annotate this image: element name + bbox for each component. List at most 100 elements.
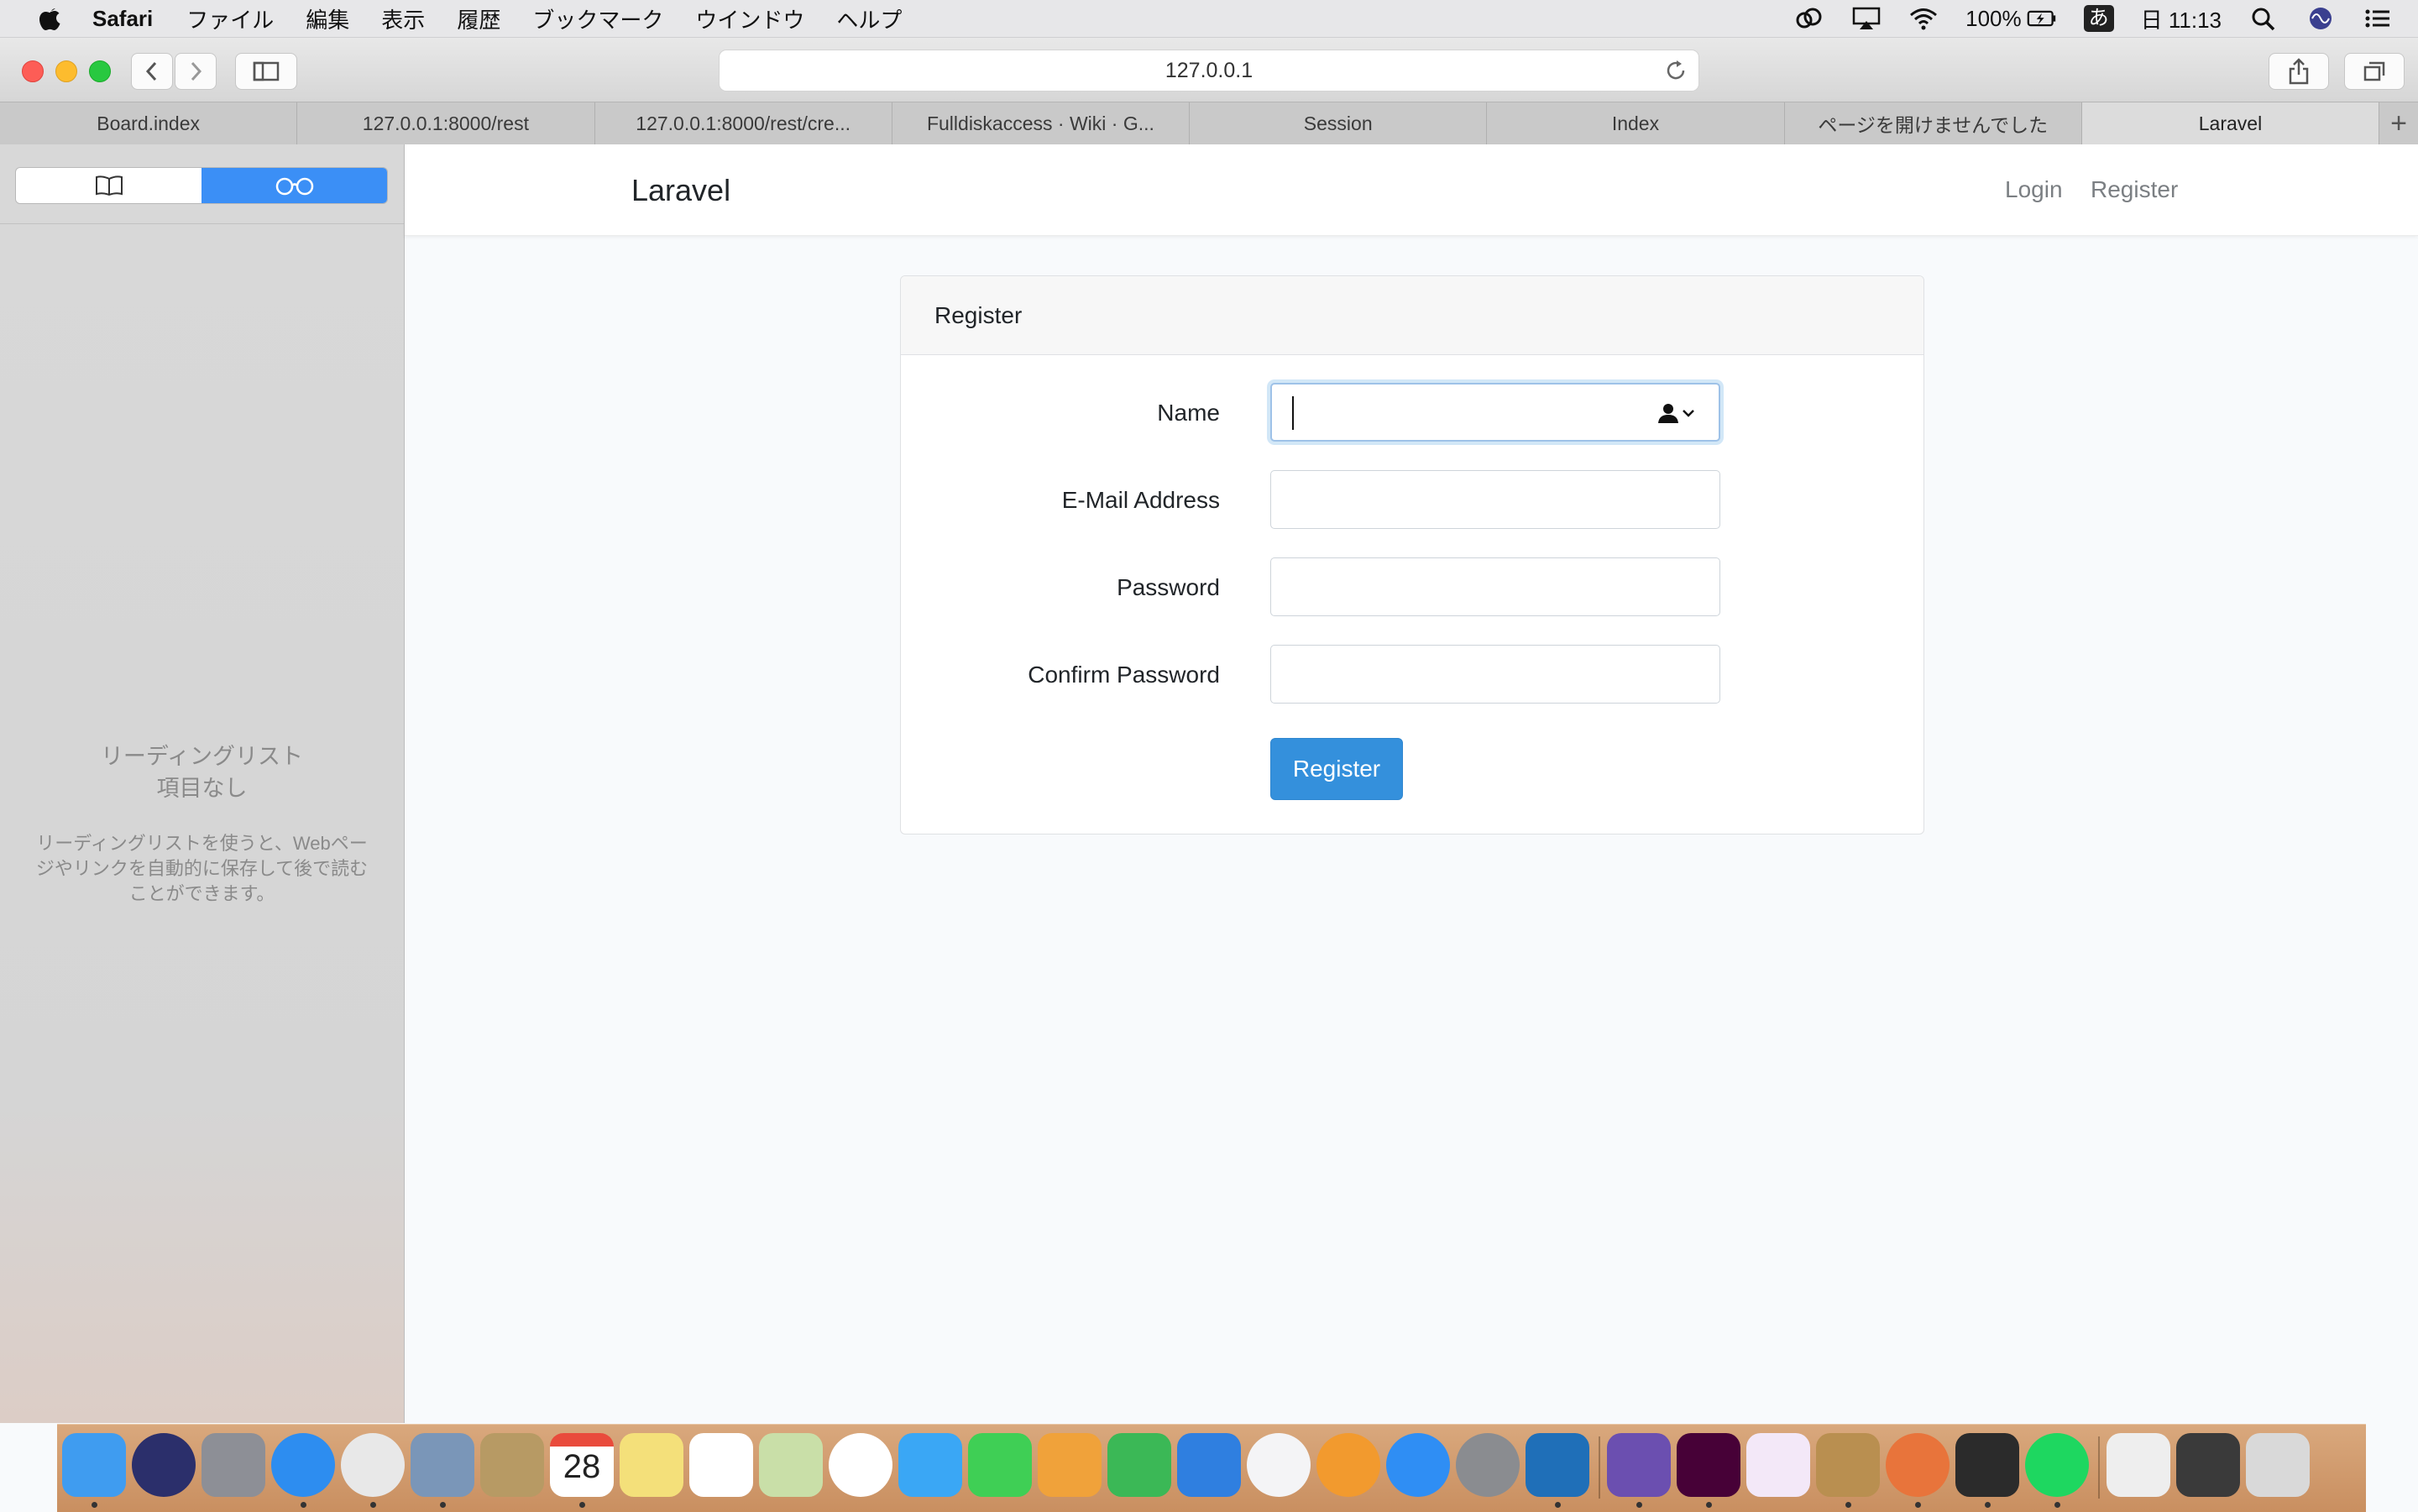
keyboard-app-icon[interactable] xyxy=(1886,1433,1950,1497)
photos-icon[interactable] xyxy=(829,1433,892,1497)
numbers-icon[interactable] xyxy=(1107,1433,1171,1497)
register-submit-button[interactable]: Register xyxy=(1270,738,1403,800)
messages-icon[interactable] xyxy=(898,1433,962,1497)
glasses-icon xyxy=(275,177,313,196)
address-bar[interactable]: 127.0.0.1 xyxy=(719,50,1699,92)
reading-list-title: リーディングリスト xyxy=(100,744,304,769)
nav-login-link[interactable]: Login xyxy=(2005,176,2063,203)
siri-icon[interactable] xyxy=(132,1433,196,1497)
siri-menu-icon[interactable] xyxy=(2305,6,2336,31)
autofill-contact-icon[interactable] xyxy=(1656,403,1695,425)
calendar-day: 28 xyxy=(563,1448,601,1485)
notes-icon[interactable] xyxy=(620,1433,683,1497)
spotlight-search-icon[interactable] xyxy=(2248,6,2279,31)
creative-cloud-icon[interactable] xyxy=(1794,6,1824,31)
password-input[interactable] xyxy=(1270,557,1720,616)
battery-percent: 100% xyxy=(1965,5,2022,31)
browser-toolbar: 127.0.0.1 xyxy=(0,38,2418,102)
book-icon xyxy=(95,175,123,196)
keynote-icon[interactable] xyxy=(1177,1433,1241,1497)
chrome-icon[interactable] xyxy=(341,1433,405,1497)
menu-history[interactable]: 履歴 xyxy=(457,3,500,34)
tab-session[interactable]: Session xyxy=(1190,102,1488,144)
pages-icon[interactable] xyxy=(1038,1433,1102,1497)
close-window-button[interactable] xyxy=(22,60,44,82)
instruments-icon[interactable] xyxy=(1816,1433,1880,1497)
tab-rest-create[interactable]: 127.0.0.1:8000/rest/cre... xyxy=(595,102,892,144)
calendar-icon[interactable]: 28 xyxy=(550,1433,614,1497)
archive-icon[interactable] xyxy=(2107,1433,2170,1497)
books-icon[interactable] xyxy=(1316,1433,1380,1497)
input-method-indicator[interactable]: あ xyxy=(2083,5,2114,32)
facetime-icon[interactable] xyxy=(968,1433,1032,1497)
running-indicator xyxy=(370,1502,376,1508)
tab-laravel[interactable]: Laravel xyxy=(2081,102,2380,144)
menu-view[interactable]: 表示 xyxy=(381,3,425,34)
reading-list-sidebar: リーディングリスト 項目なし リーディングリストを使うと、Webページやリンクを… xyxy=(0,144,405,1423)
preview-icon[interactable] xyxy=(411,1433,474,1497)
device-icon[interactable] xyxy=(2176,1433,2240,1497)
menu-edit[interactable]: 編集 xyxy=(306,3,349,34)
airplay-icon[interactable] xyxy=(1851,6,1882,31)
contacts-icon[interactable] xyxy=(480,1433,544,1497)
system-preferences-icon[interactable] xyxy=(1456,1433,1520,1497)
menu-bookmarks[interactable]: ブックマーク xyxy=(532,3,663,34)
vscode-icon[interactable] xyxy=(1526,1433,1589,1497)
notification-center-icon[interactable] xyxy=(2363,6,2393,31)
menu-bar: Safari ファイル 編集 表示 履歴 ブックマーク ウインドウ ヘルプ 10… xyxy=(0,0,2418,38)
menu-clock[interactable]: 日 11:13 xyxy=(2141,3,2222,34)
reading-list-segment[interactable] xyxy=(202,168,387,203)
reading-list-empty-title: リーディングリスト 項目なし xyxy=(0,740,404,804)
menu-help[interactable]: ヘルプ xyxy=(836,3,902,34)
battery-icon[interactable] xyxy=(2027,6,2057,31)
tab-board-index[interactable]: Board.index xyxy=(0,102,298,144)
tab-page-error[interactable]: ページを開けませんでした xyxy=(1785,102,2082,144)
finder-icon[interactable] xyxy=(62,1433,126,1497)
music-icon[interactable] xyxy=(1247,1433,1311,1497)
wifi-icon[interactable] xyxy=(1908,6,1939,31)
dock-separator xyxy=(1599,1436,1600,1499)
chevron-left-icon xyxy=(145,61,157,81)
name-input[interactable] xyxy=(1270,383,1720,442)
reminders-icon[interactable] xyxy=(689,1433,753,1497)
menu-window[interactable]: ウインドウ xyxy=(695,3,804,34)
menu-file[interactable]: ファイル xyxy=(186,3,274,34)
maps-icon[interactable] xyxy=(759,1433,823,1497)
reading-list-empty-label: 項目なし xyxy=(156,776,248,801)
sidebar-divider xyxy=(0,223,404,224)
forward-button[interactable] xyxy=(175,53,217,90)
share-button[interactable] xyxy=(2269,53,2329,90)
adobe-xd-icon[interactable] xyxy=(1677,1433,1740,1497)
terminal-icon[interactable] xyxy=(1955,1433,2019,1497)
running-indicator xyxy=(579,1502,585,1508)
back-button[interactable] xyxy=(131,53,173,90)
tab-rest[interactable]: 127.0.0.1:8000/rest xyxy=(297,102,595,144)
show-all-tabs-button[interactable] xyxy=(2344,53,2405,90)
sidebar-toggle-button[interactable] xyxy=(235,53,297,90)
confirm-password-input[interactable] xyxy=(1270,645,1720,704)
trash-icon[interactable] xyxy=(2246,1433,2310,1497)
bookmarks-segment[interactable] xyxy=(16,168,202,203)
nav-register-link[interactable]: Register xyxy=(2091,176,2178,203)
menu-app-name[interactable]: Safari xyxy=(92,6,153,32)
safari-icon[interactable] xyxy=(271,1433,335,1497)
new-tab-button[interactable]: + xyxy=(2379,102,2418,144)
running-indicator xyxy=(1985,1502,1991,1508)
app-store-icon[interactable] xyxy=(1386,1433,1450,1497)
spotify-icon[interactable] xyxy=(2025,1433,2089,1497)
site-brand-link[interactable]: Laravel xyxy=(631,173,730,208)
email-input[interactable] xyxy=(1270,470,1720,529)
minimize-window-button[interactable] xyxy=(55,60,77,82)
running-indicator xyxy=(1555,1502,1561,1508)
tab-index[interactable]: Index xyxy=(1487,102,1785,144)
apple-icon[interactable] xyxy=(34,2,67,35)
visual-studio-icon[interactable] xyxy=(1607,1433,1671,1497)
tab-fulldiskaccess-wiki[interactable]: Fulldiskaccess · Wiki · G... xyxy=(892,102,1191,144)
app-icon[interactable] xyxy=(1746,1433,1810,1497)
zoom-window-button[interactable] xyxy=(89,60,111,82)
running-indicator xyxy=(92,1502,97,1508)
reload-icon[interactable] xyxy=(1663,58,1688,83)
site-navbar: Laravel Login Register xyxy=(405,144,2418,236)
reading-list-description: リーディングリストを使うと、Webページやリンクを自動的に保存して後で読むことが… xyxy=(35,833,369,904)
launchpad-icon[interactable] xyxy=(202,1433,265,1497)
